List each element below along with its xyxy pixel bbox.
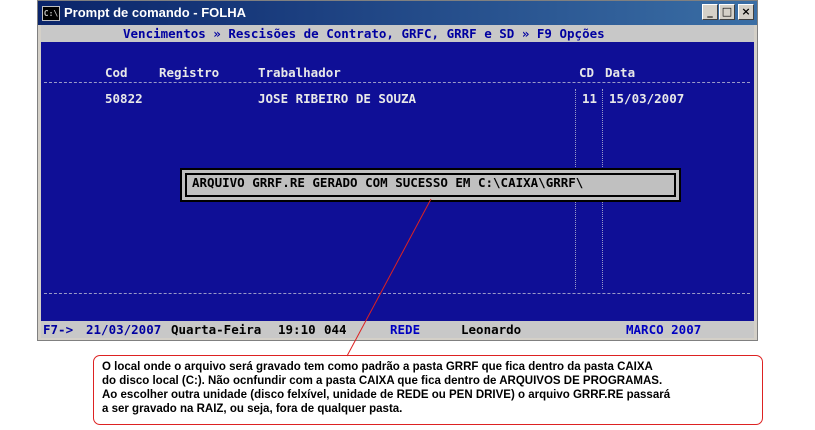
annotation-callout: O local onde o arquivo será gravado tem … [93,355,763,425]
annotation-line: a ser gravado na RAIZ, ou seja, fora de … [102,403,403,415]
annotation-line: O local onde o arquivo será gravado tem … [102,361,653,373]
annotation-line: Ao escolher outra unidade (disco felxíve… [102,389,671,401]
annotation-line: do disco local (C:). Não ocnfundir com a… [102,375,663,387]
